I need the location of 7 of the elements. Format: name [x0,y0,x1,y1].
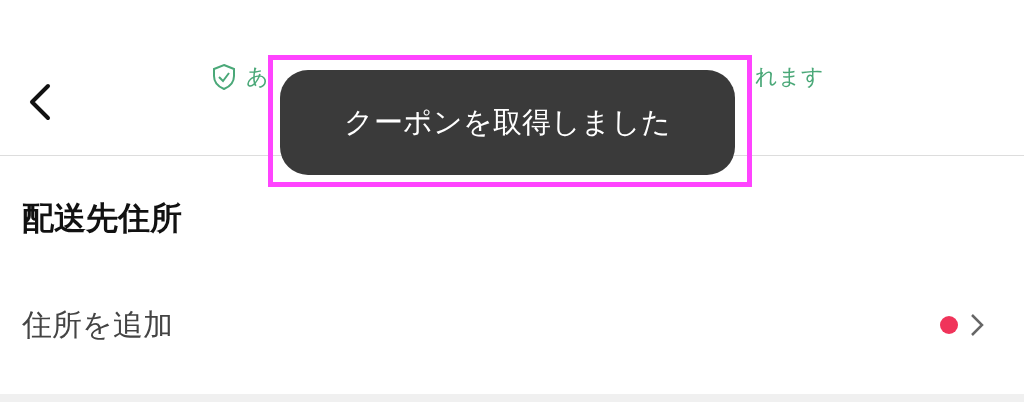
row-label[interactable]: 住所を追加 [22,304,173,346]
chevron-right-icon [970,313,984,337]
toast: クーポンを取得しました [280,70,735,175]
notice-text: あ [246,63,269,91]
section-title: 配送先住所 [21,198,183,239]
shield-check-icon [212,63,236,91]
notice-text: れます [755,63,824,91]
